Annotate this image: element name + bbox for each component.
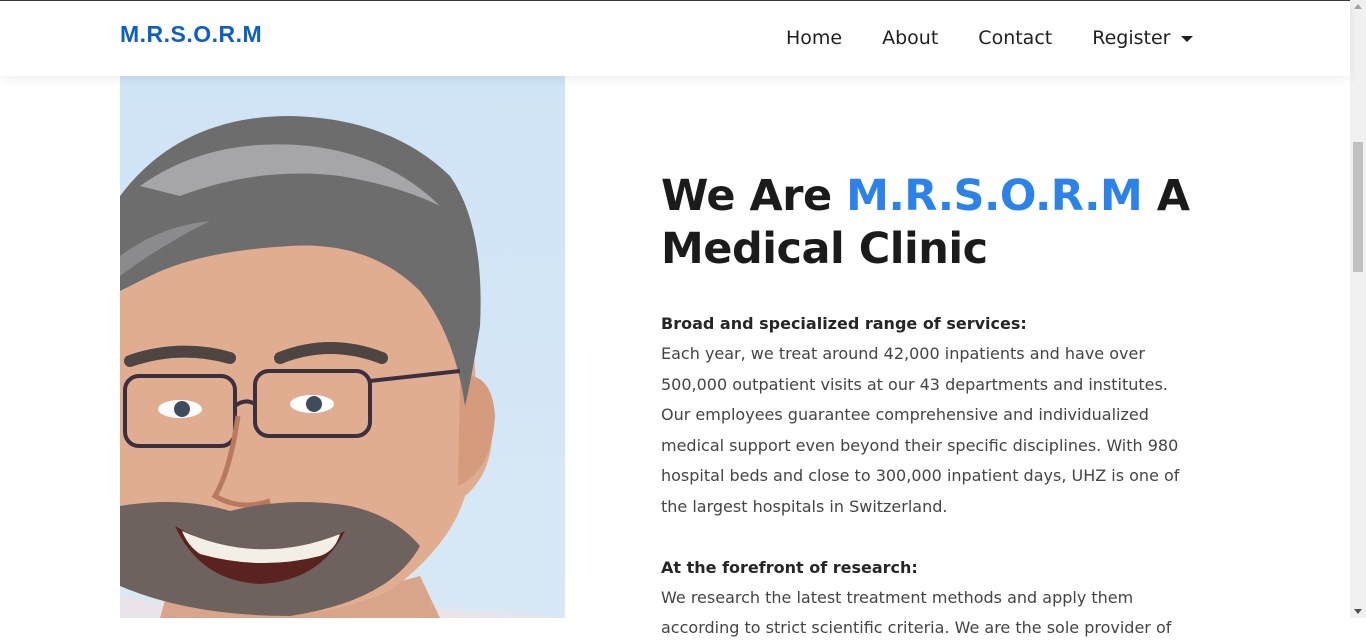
about-content: We Are M.R.S.O.R.M A Medical Clinic Broa… [661,170,1206,644]
caret-down-icon [1181,35,1194,42]
heading-prefix: We Are [661,171,847,221]
services-body: Each year, we treat around 42,000 inpati… [661,344,1180,516]
doctor-portrait [120,76,565,618]
nav-menu: Home About Contact Register [786,25,1194,51]
nav-home[interactable]: Home [786,25,842,51]
nav-register-dropdown[interactable]: Register [1092,25,1194,51]
scroll-up-arrow-icon[interactable] [1354,4,1362,9]
scroll-thumb[interactable] [1353,142,1363,272]
brand-logo[interactable]: M.R.S.O.R.M [120,21,262,48]
scroll-down-arrow-icon[interactable] [1354,609,1362,614]
research-title: At the forefront of research: [661,557,918,577]
heading-highlight: M.R.S.O.R.M [846,171,1143,221]
services-title: Broad and specialized range of services: [661,314,1027,333]
hero-heading: We Are M.R.S.O.R.M A Medical Clinic [661,170,1206,276]
doctor-portrait-image [120,116,565,618]
nav-contact[interactable]: Contact [978,25,1052,51]
nav-about[interactable]: About [882,25,938,51]
research-body: We research the latest treatment methods… [661,587,1172,638]
nav-register-label: Register [1092,27,1171,49]
navbar: M.R.S.O.R.M Home About Contact Register [0,1,1350,76]
page-scrollbar[interactable] [1350,0,1366,618]
